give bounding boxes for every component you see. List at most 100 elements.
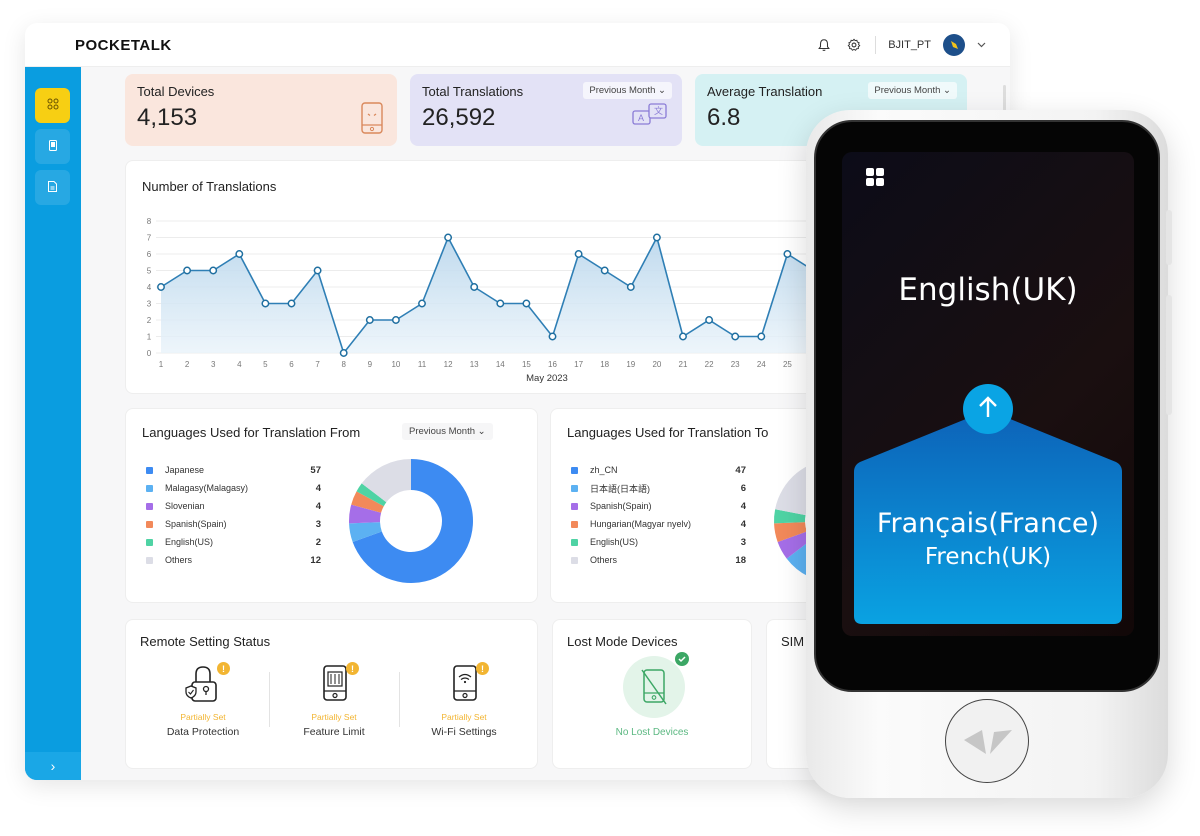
bell-icon[interactable] — [815, 36, 833, 54]
data-point — [574, 250, 583, 258]
x-tick-label: 5 — [263, 360, 268, 369]
period-dropdown[interactable]: Previous Month ⌄ — [868, 82, 957, 99]
stat-value: 6.8 — [707, 104, 741, 131]
data-point — [157, 283, 165, 291]
check-badge-icon — [675, 652, 689, 666]
x-tick-label: 7 — [315, 360, 320, 369]
side-button — [1166, 295, 1172, 415]
setting-name: Data Protection — [166, 726, 240, 738]
x-tick-label: 10 — [391, 360, 400, 369]
status-label: Partially Set — [311, 712, 357, 722]
x-tick-label: 3 — [211, 360, 216, 369]
remote-item-data-protection[interactable]: ! Partially Set Data Protection — [138, 662, 268, 738]
target-language: Français(France) — [876, 508, 1100, 539]
x-tick-label: 20 — [652, 360, 661, 369]
stat-value: 26,592 — [422, 104, 496, 131]
x-tick-label: 21 — [679, 360, 688, 369]
data-point — [496, 299, 505, 308]
data-point — [313, 266, 322, 275]
device-bezel: English(UK) Français(France) French(UK) — [814, 120, 1160, 692]
data-point — [235, 250, 244, 258]
username[interactable]: BJIT_PT — [888, 39, 931, 51]
device-off-icon — [641, 668, 667, 711]
pocketalk-logo[interactable]: POCKETALK — [75, 37, 172, 54]
stat-card-total-translations: Total Translations 26,592 Previous Month… — [410, 74, 682, 146]
chevron-down-icon[interactable] — [977, 40, 986, 51]
period-dropdown-label: Previous Month — [589, 85, 656, 96]
sidebar: › — [25, 67, 81, 780]
x-tick-label: 22 — [705, 360, 714, 369]
remote-item-feature-limit[interactable]: ! Partially Set Feature Limit — [269, 662, 399, 738]
card-title: SIM — [781, 634, 805, 649]
device-icon — [48, 138, 57, 156]
avatar[interactable] — [943, 34, 965, 56]
data-point — [731, 332, 740, 341]
y-tick-label: 6 — [147, 250, 152, 259]
warning-badge: ! — [476, 662, 489, 675]
donut-chart — [349, 459, 473, 583]
grid-icon — [47, 97, 59, 115]
x-tick-label: 9 — [368, 360, 373, 369]
y-tick-label: 1 — [147, 333, 152, 342]
side-button — [1166, 210, 1172, 265]
swap-language-button[interactable] — [963, 384, 1013, 434]
period-dropdown[interactable]: Previous Month ⌄ — [583, 82, 672, 99]
x-tick-label: 12 — [444, 360, 453, 369]
sidebar-item-reports[interactable] — [35, 170, 70, 205]
x-tick-label: 25 — [783, 360, 792, 369]
x-tick-label: 19 — [626, 360, 635, 369]
device-screen: English(UK) Français(France) French(UK) — [842, 152, 1134, 636]
y-tick-label: 3 — [147, 300, 152, 309]
device-icon — [361, 102, 383, 139]
gear-icon[interactable] — [845, 36, 863, 54]
target-language-panel[interactable]: Français(France) French(UK) — [854, 410, 1122, 626]
period-dropdown-label: Previous Month — [874, 85, 941, 96]
x-tick-label: 14 — [496, 360, 505, 369]
data-point — [418, 299, 426, 308]
lost-mode-card: Lost Mode Devices No Lost Devices — [552, 619, 752, 769]
data-point — [365, 316, 374, 324]
stat-value: 4,153 — [137, 104, 198, 131]
stat-label: Average Translation — [707, 84, 823, 99]
data-point — [183, 266, 192, 275]
svg-text:A: A — [638, 113, 644, 123]
stat-card-total-devices: Total Devices 4,153 — [125, 74, 397, 146]
data-point — [626, 283, 635, 291]
status-label: Partially Set — [441, 712, 487, 722]
data-point — [548, 332, 557, 341]
y-tick-label: 2 — [147, 316, 152, 325]
sidebar-item-devices[interactable] — [35, 129, 70, 164]
setting-name: Wi-Fi Settings — [431, 726, 497, 738]
sidebar-item-dashboard[interactable] — [35, 88, 70, 123]
data-point — [287, 299, 296, 308]
device-wifi-icon — [450, 665, 478, 706]
source-language[interactable]: English(UK) — [842, 272, 1134, 308]
remote-setting-card: Remote Setting Status ! Partially Set Da… — [125, 619, 538, 769]
x-tick-label: 11 — [418, 360, 427, 369]
stat-label: Total Translations — [422, 84, 524, 99]
data-point — [391, 316, 400, 324]
warning-badge: ! — [217, 662, 230, 675]
sidebar-expand-button[interactable]: › — [25, 752, 81, 780]
x-tick-label: 15 — [522, 360, 531, 369]
target-language-sub: French(UK) — [924, 544, 1052, 570]
data-point — [783, 250, 792, 258]
remote-item-wifi-settings[interactable]: ! Partially Set Wi-Fi Settings — [399, 662, 529, 738]
home-button[interactable] — [945, 699, 1029, 783]
warning-badge: ! — [346, 662, 359, 675]
chevron-right-icon: › — [50, 758, 56, 774]
pocketalk-logo-icon — [962, 726, 1014, 763]
setting-name: Feature Limit — [303, 726, 365, 738]
data-point — [757, 332, 766, 341]
stat-label: Total Devices — [137, 84, 215, 99]
x-tick-label: 4 — [237, 360, 242, 369]
grid-icon[interactable] — [866, 168, 884, 191]
top-bar: POCKETALK BJIT_PT — [25, 23, 1010, 67]
y-tick-label: 4 — [147, 283, 152, 292]
data-point — [679, 332, 687, 341]
y-tick-label: 5 — [147, 267, 152, 276]
x-tick-label: 6 — [289, 360, 294, 369]
x-tick-label: 16 — [548, 360, 557, 369]
x-tick-label: 1 — [159, 360, 164, 369]
card-title: Lost Mode Devices — [567, 634, 678, 649]
